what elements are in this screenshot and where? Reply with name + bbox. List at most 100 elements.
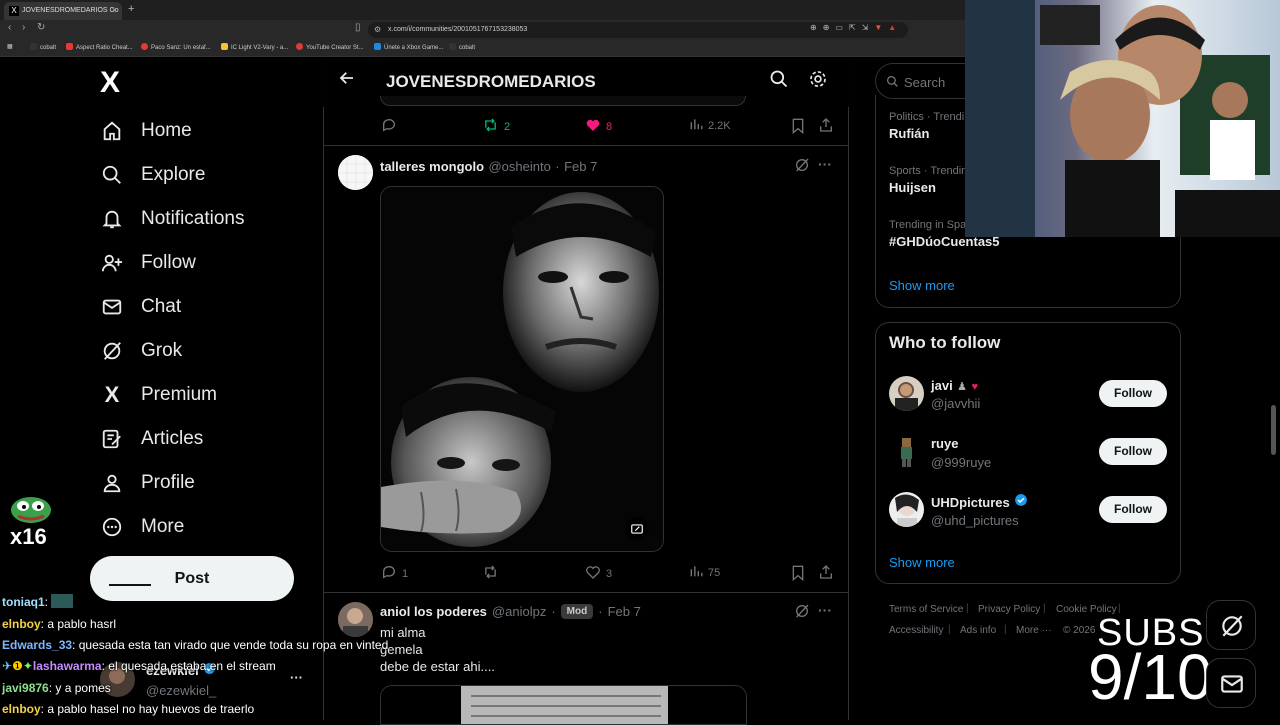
author-name[interactable]: aniol los poderes xyxy=(380,604,487,619)
trend-item[interactable]: Sports · Trendin Huijsen xyxy=(889,165,967,195)
avatar[interactable] xyxy=(889,492,924,527)
close-tab-icon[interactable]: × xyxy=(112,5,117,15)
back-arrow-icon[interactable] xyxy=(338,69,356,93)
follow-icon xyxy=(100,251,124,275)
more-options-icon[interactable]: ··· xyxy=(818,156,832,172)
suggestion-handle: @uhd_pictures xyxy=(931,513,1019,528)
browser-tab[interactable]: X JOVENESDROMEDARIOS Co × xyxy=(4,2,122,20)
scrollbar[interactable] xyxy=(1271,405,1276,455)
gear-icon[interactable] xyxy=(808,69,828,94)
articles-icon xyxy=(100,427,124,451)
footer-link[interactable]: Terms of Service xyxy=(889,604,963,615)
share-icon[interactable] xyxy=(818,117,834,138)
site-info-icon[interactable]: ⚙ xyxy=(374,25,381,34)
suggestion-name[interactable]: ruye xyxy=(931,436,958,451)
views-icon xyxy=(689,564,703,581)
follow-button[interactable]: Follow xyxy=(1099,380,1167,407)
more-options-icon[interactable]: ··· xyxy=(290,670,303,685)
footer-link[interactable]: Accessibility xyxy=(889,625,943,636)
extension-icons[interactable]: ⊕⊕▭⇱⇲▼▲ xyxy=(810,23,902,32)
bookmark-item[interactable]: cobalt xyxy=(30,43,56,51)
mod-badge: Mod xyxy=(560,604,594,619)
suggestion-name[interactable]: javi ♟ ♥ xyxy=(931,377,978,395)
heart-filled-icon xyxy=(585,117,601,136)
search-input[interactable]: Search xyxy=(875,63,970,99)
tweet-date[interactable]: Feb 7 xyxy=(564,159,597,174)
reply-button[interactable] xyxy=(381,117,397,136)
author-name[interactable]: talleres mongolo xyxy=(380,159,484,174)
heart-icon xyxy=(585,564,601,583)
follow-button[interactable]: Follow xyxy=(1099,496,1167,523)
chat-message: ✈❶✦lashawarma: el quesada estaba en el s… xyxy=(2,659,276,673)
author-handle[interactable]: @osheinto xyxy=(488,159,550,174)
tweet-date[interactable]: Feb 7 xyxy=(608,604,641,619)
trend-item[interactable]: Politics · Trendi Rufián xyxy=(889,111,964,141)
views-button[interactable]: 2.2K xyxy=(689,117,731,134)
mail-icon xyxy=(1218,671,1246,702)
repost-button[interactable] xyxy=(482,564,499,583)
bookmark-item[interactable]: Aspect Ratio Cheat... xyxy=(66,43,133,51)
emote-icon xyxy=(51,594,74,608)
new-tab-icon[interactable]: + xyxy=(128,3,134,15)
edit-image-icon[interactable] xyxy=(625,517,649,541)
tweet-photo[interactable] xyxy=(380,186,664,552)
reply-button[interactable]: 1 xyxy=(381,564,408,583)
tab-title: JOVENESDROMEDARIOS Co xyxy=(22,7,119,14)
back-nav-icon[interactable]: ‹ xyxy=(8,22,11,33)
bookmark-icon[interactable] xyxy=(791,565,805,586)
nav-item-follow[interactable]: Follow xyxy=(100,248,196,278)
nav-item-chat[interactable]: Chat xyxy=(100,292,181,322)
apps-grid-icon[interactable]: ▦ xyxy=(7,43,13,50)
bell-icon xyxy=(100,207,124,231)
follow-button[interactable]: Follow xyxy=(1099,438,1167,465)
nav-item-articles[interactable]: Articles xyxy=(100,424,203,454)
footer-link[interactable]: Ads info xyxy=(960,625,996,636)
bookmark-item[interactable]: Únete a Xbox Game... xyxy=(374,43,443,51)
like-button[interactable]: 8 xyxy=(585,117,612,136)
divider xyxy=(323,145,849,146)
avatar[interactable] xyxy=(338,602,373,637)
suggestion-name[interactable]: UHDpictures xyxy=(931,493,1028,512)
reload-icon[interactable]: ↻ xyxy=(37,22,45,33)
like-button[interactable]: 3 xyxy=(585,564,612,583)
share-icon[interactable] xyxy=(818,564,834,585)
mail-icon xyxy=(100,295,124,319)
nav-item-home[interactable]: Home xyxy=(100,116,192,146)
reply-icon xyxy=(381,564,397,583)
grok-icon[interactable] xyxy=(794,603,810,624)
views-button[interactable]: 75 xyxy=(689,564,720,581)
nav-item-grok[interactable]: Grok xyxy=(100,336,182,366)
grok-icon[interactable] xyxy=(794,157,810,178)
repost-button[interactable]: 2 xyxy=(482,117,510,136)
bookmark-page-icon[interactable]: ▯ xyxy=(355,22,361,33)
avatar[interactable] xyxy=(889,434,924,469)
bookmark-icon[interactable] xyxy=(791,118,805,139)
show-more-link[interactable]: Show more xyxy=(889,278,955,293)
footer-link[interactable]: More ··· xyxy=(1016,625,1052,636)
more-circle-icon xyxy=(100,515,124,539)
grok-fab[interactable] xyxy=(1206,600,1256,650)
avatar[interactable] xyxy=(338,155,373,190)
bookmark-item[interactable]: YouTube Creator St... xyxy=(296,43,364,51)
avatar[interactable] xyxy=(889,376,924,411)
post-button[interactable]: Post xyxy=(90,556,294,601)
nav-item-profile[interactable]: Profile xyxy=(100,468,195,498)
nav-item-more[interactable]: More xyxy=(100,512,184,542)
forward-nav-icon[interactable]: › xyxy=(22,22,25,33)
chat-message: elnboy: a pablo hasrl xyxy=(2,617,117,631)
search-icon[interactable] xyxy=(769,69,789,94)
nav-item-premium[interactable]: X Premium xyxy=(100,380,217,410)
tweet-photo[interactable] xyxy=(380,685,747,725)
bookmark-item[interactable]: IC Light V2-Vary - a... xyxy=(221,43,288,51)
author-handle[interactable]: @aniolpz xyxy=(492,604,546,619)
nav-item-explore[interactable]: Explore xyxy=(100,160,205,190)
bookmark-item[interactable]: cobalt xyxy=(449,43,475,51)
nav-item-notifications[interactable]: Notifications xyxy=(100,204,245,234)
more-options-icon[interactable]: ··· xyxy=(818,602,832,618)
separator-dot: · xyxy=(598,604,603,619)
show-more-link[interactable]: Show more xyxy=(889,555,955,570)
messages-fab[interactable] xyxy=(1206,658,1256,708)
x-logo[interactable]: X xyxy=(100,66,120,100)
footer-link[interactable]: Privacy Policy xyxy=(978,604,1040,615)
bookmark-item[interactable]: Paco Sanz: Un estaf... xyxy=(141,43,211,51)
